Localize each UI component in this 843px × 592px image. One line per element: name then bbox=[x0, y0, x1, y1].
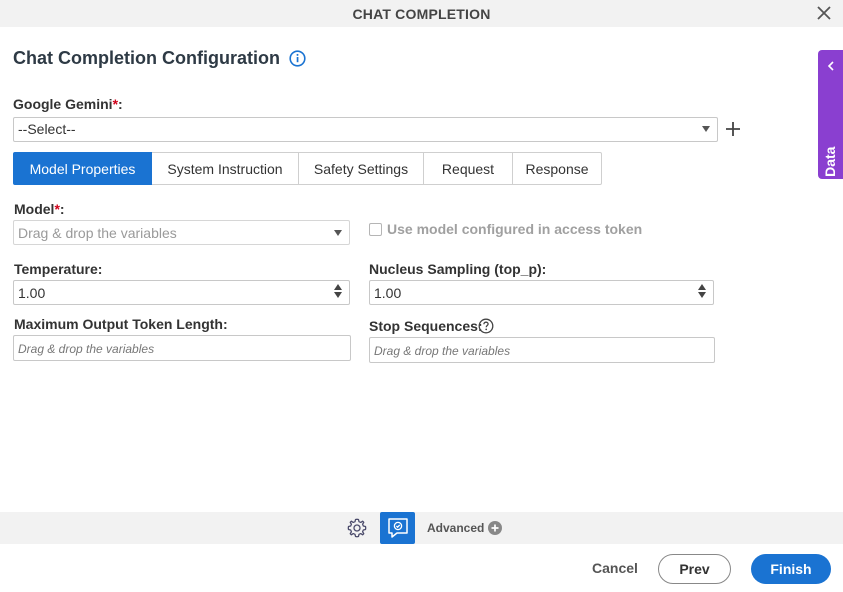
page-heading: Chat Completion Configuration bbox=[13, 48, 306, 69]
chevron-down-icon bbox=[334, 230, 342, 236]
stop-sequences-label: Stop Sequences: bbox=[369, 318, 483, 334]
connection-label-text: Google Gemini bbox=[13, 96, 113, 112]
top-p-input[interactable]: 1.00 bbox=[369, 280, 714, 305]
connection-label: Google Gemini*: bbox=[13, 96, 123, 112]
tab-bar: Model Properties System Instruction Safe… bbox=[13, 152, 602, 185]
window-title: CHAT COMPLETION bbox=[352, 5, 491, 22]
app-data-panel-tab[interactable]: App Data bbox=[818, 50, 843, 208]
tab-system-instruction[interactable]: System Instruction bbox=[152, 152, 299, 185]
page-title: Chat Completion Configuration bbox=[13, 48, 280, 68]
max-tokens-placeholder: Drag & drop the variables bbox=[18, 342, 155, 356]
cancel-button[interactable]: Cancel bbox=[592, 560, 638, 576]
model-label-text: Model bbox=[14, 201, 55, 217]
model-label: Model*: bbox=[14, 201, 65, 217]
model-select-placeholder: Drag & drop the variables bbox=[18, 225, 177, 241]
model-select[interactable]: Drag & drop the variables bbox=[13, 220, 350, 245]
finish-button[interactable]: Finish bbox=[751, 554, 831, 584]
connection-select[interactable]: --Select-- bbox=[13, 117, 718, 142]
advanced-toggle[interactable]: Advanced bbox=[427, 521, 503, 535]
plus-circle-icon bbox=[488, 521, 503, 535]
label-colon: : bbox=[59, 201, 65, 217]
app-data-label: App Data bbox=[822, 146, 838, 208]
advanced-label: Advanced bbox=[427, 521, 485, 535]
gear-icon[interactable] bbox=[346, 517, 368, 539]
chat-button[interactable] bbox=[380, 512, 415, 544]
bottom-toolbar bbox=[0, 512, 843, 544]
stop-sequences-input[interactable]: Drag & drop the variables bbox=[369, 337, 715, 363]
tab-safety-settings[interactable]: Safety Settings bbox=[299, 152, 424, 185]
connection-select-value: --Select-- bbox=[18, 121, 76, 137]
chevron-down-icon bbox=[702, 126, 710, 132]
close-icon[interactable] bbox=[815, 4, 833, 22]
info-icon[interactable] bbox=[289, 50, 306, 67]
help-icon[interactable] bbox=[478, 318, 494, 334]
tab-response[interactable]: Response bbox=[513, 152, 602, 185]
temperature-input[interactable]: 1.00 bbox=[13, 280, 350, 305]
label-colon: : bbox=[118, 96, 123, 112]
temperature-stepper[interactable] bbox=[334, 284, 342, 298]
use-model-checkbox-label: Use model configured in access token bbox=[387, 221, 643, 237]
chevron-left-icon bbox=[827, 61, 834, 71]
title-bar: CHAT COMPLETION bbox=[0, 0, 843, 27]
stop-sequences-placeholder: Drag & drop the variables bbox=[374, 344, 511, 358]
temperature-label: Temperature: bbox=[14, 261, 103, 277]
use-model-checkbox[interactable] bbox=[369, 222, 382, 236]
tab-request[interactable]: Request bbox=[424, 152, 513, 185]
top-p-label: Nucleus Sampling (top_p): bbox=[369, 261, 547, 277]
max-tokens-input[interactable]: Drag & drop the variables bbox=[13, 335, 351, 361]
use-model-checkbox-row[interactable]: Use model configured in access token bbox=[369, 221, 642, 237]
top-p-stepper[interactable] bbox=[698, 284, 706, 298]
chat-icon bbox=[387, 518, 408, 538]
tab-model-properties[interactable]: Model Properties bbox=[13, 152, 152, 185]
temperature-value: 1.00 bbox=[18, 285, 46, 301]
top-p-value: 1.00 bbox=[374, 285, 402, 301]
plus-icon[interactable] bbox=[724, 120, 742, 138]
prev-button[interactable]: Prev bbox=[658, 554, 731, 584]
max-tokens-label: Maximum Output Token Length: bbox=[14, 316, 228, 332]
